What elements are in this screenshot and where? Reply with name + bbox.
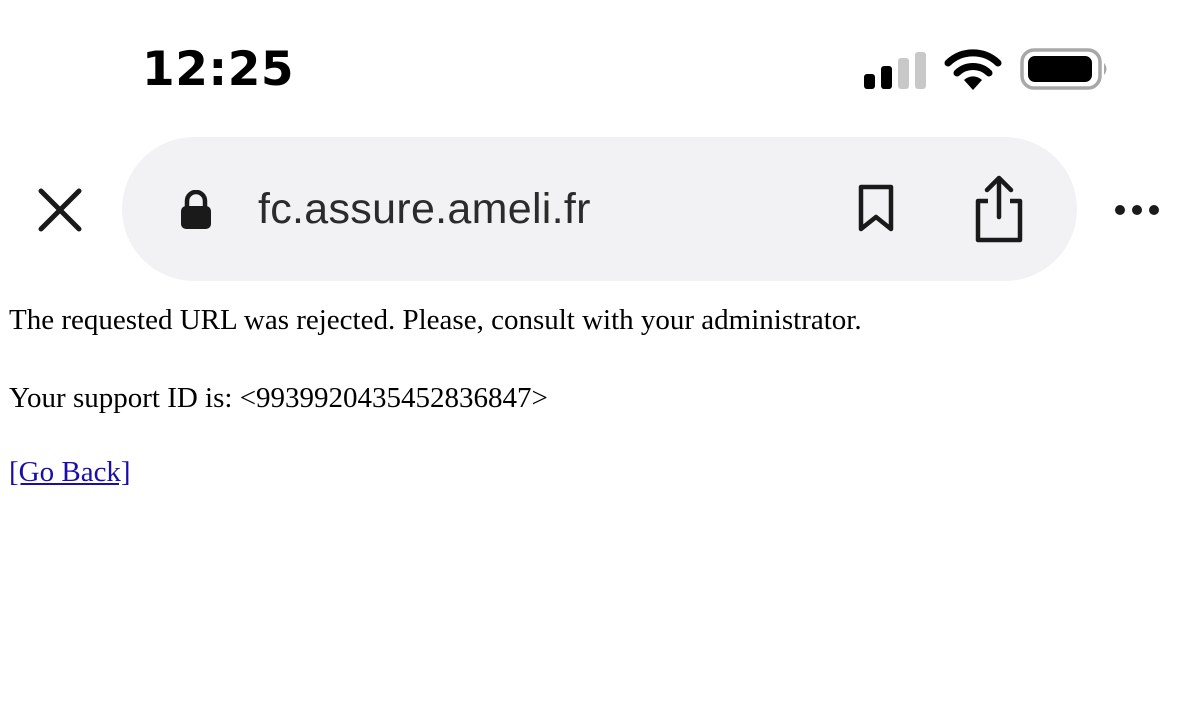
- bookmark-button[interactable]: [850, 183, 902, 235]
- battery-icon: [1020, 48, 1107, 90]
- more-button[interactable]: [1108, 190, 1168, 230]
- wifi-icon: [944, 49, 1002, 90]
- rejection-message: The requested URL was rejected. Please, …: [9, 304, 862, 336]
- signal-icon: [864, 52, 926, 89]
- share-button[interactable]: [968, 173, 1030, 245]
- bookmark-icon: [858, 184, 894, 232]
- lock-icon: [181, 190, 211, 229]
- phone-screen: 12:25 fc.assure.ameli.fr The requested U…: [0, 0, 1200, 705]
- share-icon: [975, 175, 1023, 243]
- support-id-text: Your support ID is: <9939920435452836847…: [9, 382, 548, 414]
- status-time: 12:25: [142, 42, 295, 97]
- more-icon: [1115, 205, 1159, 215]
- close-button[interactable]: [30, 180, 90, 240]
- go-back-link[interactable]: [Go Back]: [9, 456, 131, 489]
- close-icon: [38, 188, 82, 232]
- url-text[interactable]: fc.assure.ameli.fr: [258, 181, 591, 237]
- address-bar[interactable]: fc.assure.ameli.fr: [122, 137, 1077, 281]
